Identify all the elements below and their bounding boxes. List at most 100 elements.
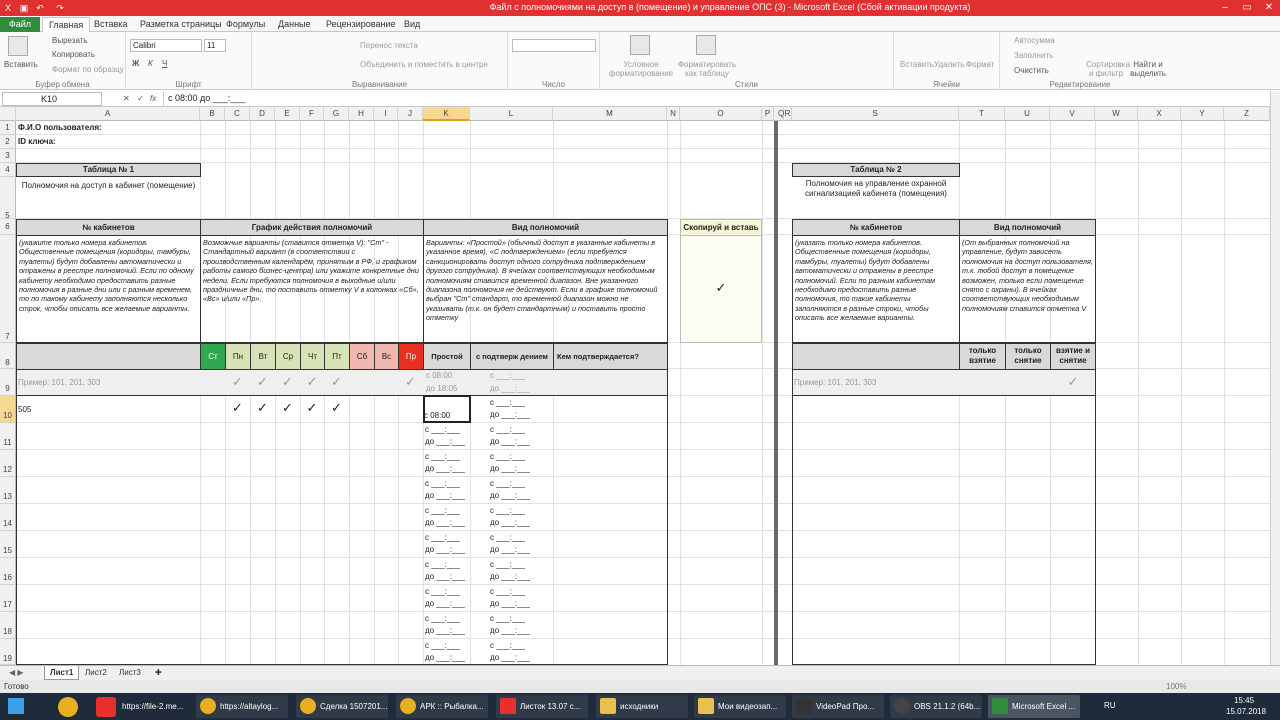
tab-review[interactable]: Рецензирование <box>320 17 402 32</box>
column-header-m[interactable]: M <box>553 107 667 121</box>
taskbar-item[interactable]: АРК :: Рыбалка... <box>396 695 488 718</box>
sort-filter-button[interactable]: Сортировка и фильтр <box>1086 60 1130 78</box>
row-header[interactable]: 10 <box>0 396 16 423</box>
column-header-s[interactable]: S <box>792 107 959 121</box>
column-header-f[interactable]: F <box>300 107 324 121</box>
delete-cells-button[interactable]: Удалить <box>934 60 965 69</box>
column-header-k[interactable]: K <box>423 107 470 121</box>
tab-home[interactable]: Главная <box>42 17 91 32</box>
minimize-icon[interactable]: – <box>1214 0 1236 16</box>
tab-data[interactable]: Данные <box>272 17 317 32</box>
italic-button[interactable]: К <box>148 59 153 68</box>
column-header-y[interactable]: Y <box>1181 107 1224 121</box>
column-header-x[interactable]: X <box>1138 107 1181 121</box>
row-header[interactable]: 14 <box>0 504 16 531</box>
formula-input[interactable]: с 08:00 до ___:___ <box>163 92 1266 106</box>
paste-button[interactable]: Вставить <box>4 60 38 69</box>
row-header[interactable]: 8 <box>0 343 16 369</box>
paste-icon[interactable] <box>8 36 28 56</box>
tab-view[interactable]: Вид <box>398 17 426 32</box>
tab-formulas[interactable]: Формулы <box>220 17 271 32</box>
redo-icon[interactable]: ↷ <box>54 2 66 14</box>
column-header-b[interactable]: B <box>200 107 225 121</box>
new-sheet-icon[interactable]: ✚ <box>150 666 167 680</box>
cancel-icon[interactable]: ✕ <box>123 94 130 103</box>
row-header[interactable]: 9 <box>0 369 16 396</box>
row-header[interactable]: 13 <box>0 477 16 504</box>
conditional-format-button[interactable]: Условное форматирование <box>608 60 674 78</box>
taskbar-item[interactable]: https://altaylog... <box>196 695 288 718</box>
column-header-i[interactable]: I <box>374 107 398 121</box>
clear-button[interactable]: Очистить <box>1014 66 1049 75</box>
row-header[interactable]: 12 <box>0 450 16 477</box>
enter-icon[interactable]: ✓ <box>137 94 144 103</box>
vertical-scrollbar[interactable] <box>1270 91 1280 665</box>
column-header-w[interactable]: W <box>1095 107 1138 121</box>
column-header-r[interactable]: R <box>784 107 792 121</box>
format-cells-button[interactable]: Формат <box>966 60 994 69</box>
column-header-g[interactable]: G <box>324 107 349 121</box>
fill-button[interactable]: Заполнить <box>1014 51 1053 60</box>
column-header-d[interactable]: D <box>250 107 275 121</box>
font-size-select[interactable]: 11 <box>204 39 226 52</box>
autosum-button[interactable]: Автосумма <box>1014 36 1055 45</box>
insert-cells-button[interactable]: Вставить <box>900 60 934 69</box>
row-header[interactable]: 15 <box>0 531 16 558</box>
row-header[interactable]: 18 <box>0 612 16 639</box>
copy-checkmark[interactable]: ✓ <box>680 235 762 343</box>
row-header[interactable]: 4 <box>0 163 16 177</box>
taskbar-item[interactable]: Microsoft Excel ... <box>988 695 1080 718</box>
row-header[interactable]: 7 <box>0 235 16 343</box>
row-header[interactable]: 2 <box>0 135 16 149</box>
zoom-level[interactable]: 100% <box>1166 680 1186 693</box>
close-icon[interactable]: ✕ <box>1258 0 1280 16</box>
format-painter-button[interactable]: Формат по образцу <box>52 65 124 74</box>
bold-button[interactable]: Ж <box>132 59 139 68</box>
cut-button[interactable]: Вырезать <box>52 36 88 45</box>
column-header-h[interactable]: H <box>349 107 374 121</box>
row-header[interactable]: 3 <box>0 149 16 163</box>
select-all-corner[interactable] <box>0 107 16 121</box>
window-split-bar[interactable] <box>774 121 778 665</box>
format-as-table-button[interactable]: Форматировать как таблицу <box>676 60 738 78</box>
restore-icon[interactable]: ▭ <box>1236 0 1258 16</box>
column-header-z[interactable]: Z <box>1224 107 1270 121</box>
column-header-a[interactable]: A <box>16 107 200 121</box>
find-select-button[interactable]: Найти и выделить <box>1128 60 1168 78</box>
taskbar-item[interactable]: Мои видеозап... <box>694 695 786 718</box>
clock-time[interactable]: 15:45 <box>1234 696 1254 705</box>
conditional-format-icon[interactable] <box>630 35 650 55</box>
clock-date[interactable]: 15.07.2018 <box>1226 707 1266 716</box>
sheet-nav-icon[interactable]: ◀ ▶ <box>4 666 29 680</box>
row-header[interactable]: 19 <box>0 639 16 665</box>
taskbar-item[interactable]: Сделка 1507201... <box>296 695 388 718</box>
column-header-v[interactable]: V <box>1050 107 1095 121</box>
column-header-p[interactable]: P <box>762 107 774 121</box>
tab-insert[interactable]: Вставка <box>88 17 133 32</box>
sheet-tab-3[interactable]: Лист3 <box>114 666 146 680</box>
column-header-j[interactable]: J <box>398 107 423 121</box>
save-icon[interactable]: ▣ <box>18 2 30 14</box>
row-header[interactable]: 5 <box>0 177 16 220</box>
underline-button[interactable]: Ч <box>162 59 167 68</box>
column-header-n[interactable]: N <box>667 107 680 121</box>
column-header-t[interactable]: T <box>959 107 1005 121</box>
row-header[interactable]: 1 <box>0 121 16 135</box>
format-table-icon[interactable] <box>696 35 716 55</box>
sheet-tab-1[interactable]: Лист1 <box>44 666 80 680</box>
taskbar-item[interactable]: VideoPad Про... <box>792 695 884 718</box>
wrap-text-button[interactable]: Перенос текста <box>360 41 418 50</box>
column-header-c[interactable]: C <box>225 107 250 121</box>
yandex-icon[interactable] <box>96 697 116 717</box>
row-header[interactable]: 11 <box>0 423 16 450</box>
taskbar-item[interactable]: OBS 21.1.2 (64b... <box>890 695 982 718</box>
taskbar-item[interactable]: исходники <box>596 695 688 718</box>
row-header[interactable]: 16 <box>0 558 16 585</box>
column-header-u[interactable]: U <box>1005 107 1050 121</box>
font-name-select[interactable]: Calibri <box>130 39 202 52</box>
start-icon[interactable] <box>8 698 24 714</box>
column-header-l[interactable]: L <box>470 107 553 121</box>
tab-file[interactable]: Файл <box>0 17 40 32</box>
language-indicator[interactable]: RU <box>1104 701 1116 710</box>
name-box[interactable]: K10 <box>2 92 102 106</box>
